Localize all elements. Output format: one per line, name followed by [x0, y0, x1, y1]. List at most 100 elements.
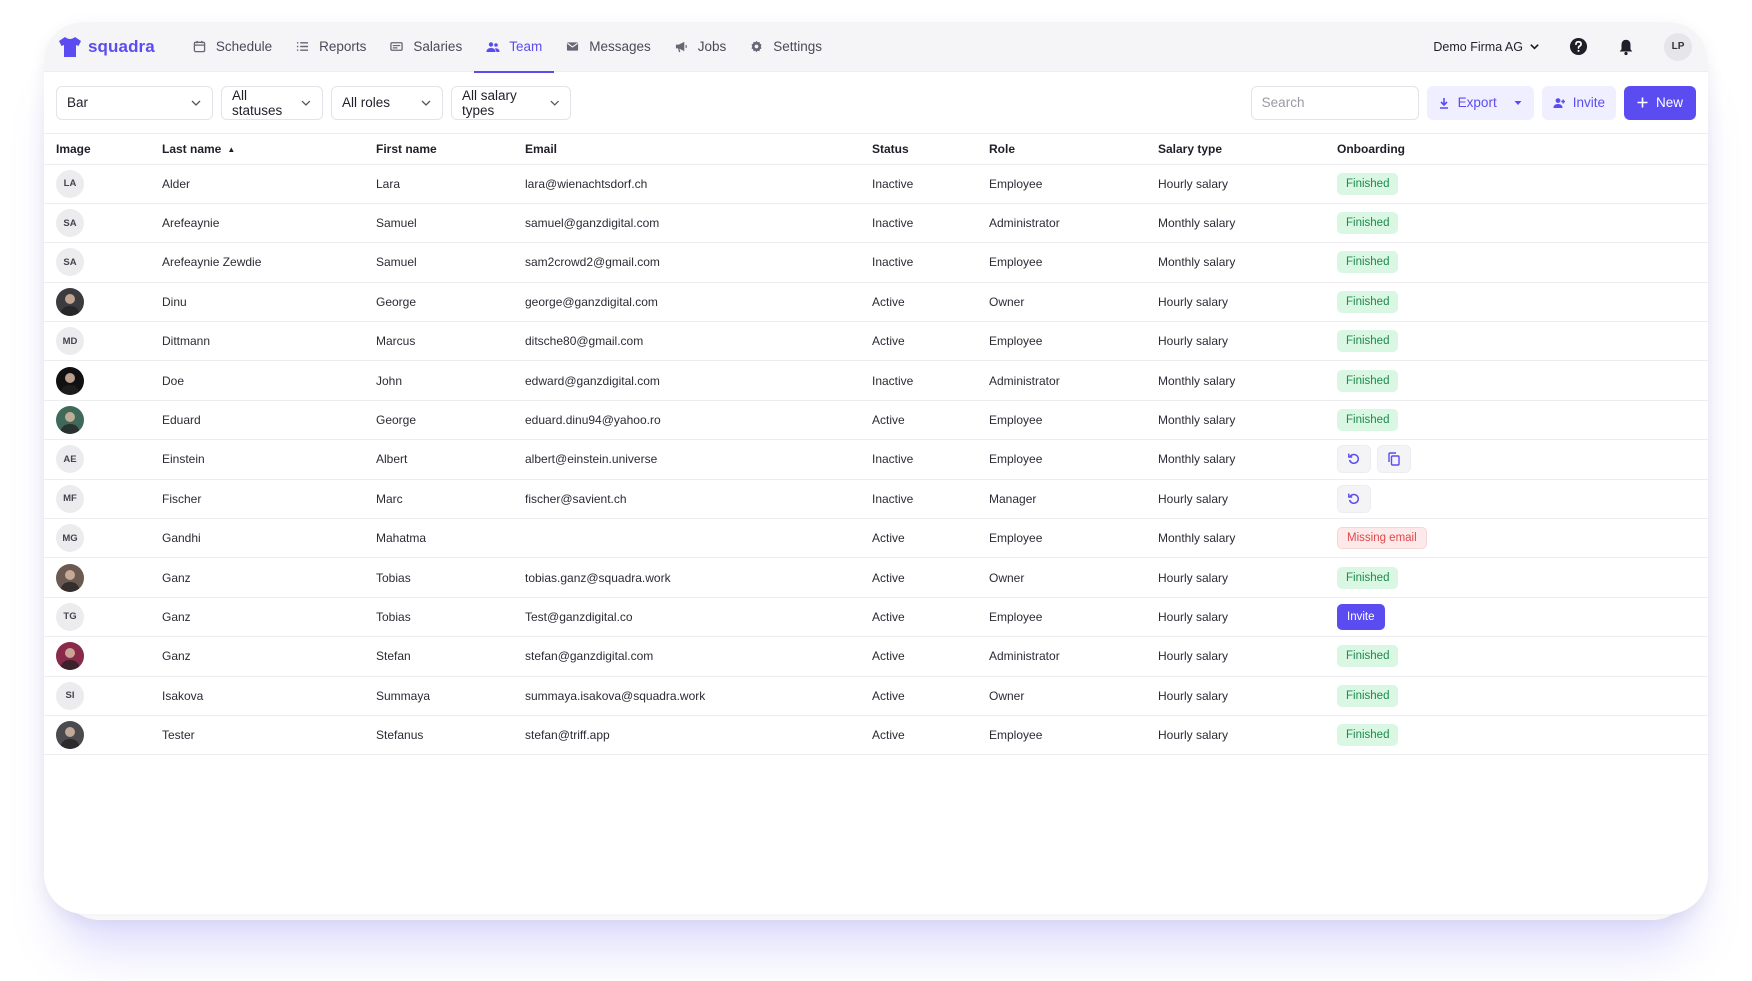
status-badge: Finished [1337, 290, 1399, 313]
table-row[interactable]: Dinu George george@ganzdigital.com Active Ow… [44, 282, 1708, 323]
cell-email: george@ganzdigital.com [513, 282, 860, 323]
cell-salary-type: Hourly salary [1146, 321, 1325, 362]
avatar-initials: SI [56, 681, 84, 710]
cell-last-name: Ganz [150, 557, 364, 598]
salary-type-select[interactable]: All salary types [451, 85, 571, 120]
table-row[interactable]: MG Gandhi Mahatma Active Employee Monthly sal… [44, 518, 1708, 559]
table-row[interactable]: Tester Stefanus stefan@triff.app Active Empl… [44, 715, 1708, 756]
table-row[interactable]: MD Dittmann Marcus ditsche80@gmail.com Activ… [44, 321, 1708, 362]
column-header-first-name[interactable]: First name [364, 134, 513, 165]
avatar-photo [56, 721, 84, 750]
cell-salary-type: Monthly salary [1146, 360, 1325, 401]
cell-salary-type: Hourly salary [1146, 282, 1325, 323]
column-header-status[interactable]: Status [860, 134, 977, 165]
cell-onboarding: Finished [1325, 715, 1708, 756]
cell-first-name: George [364, 400, 513, 441]
table-row[interactable]: Doe John edward@ganzdigital.com Inactive Adm… [44, 360, 1708, 401]
avatar-initials: MG [56, 524, 84, 553]
nav-item-team[interactable]: Team [474, 22, 555, 73]
chevron-down-icon [421, 100, 431, 106]
table-row[interactable]: MF Fischer Marc fischer@savient.ch Inactive M… [44, 479, 1708, 520]
cell-onboarding: Finished [1325, 164, 1708, 204]
nav-item-label: Team [509, 39, 543, 54]
team-table: Image Last name ▲ First name Email Status… [44, 134, 1708, 756]
salary-type-select-value: All salary types [462, 87, 517, 118]
bell-icon[interactable] [1616, 37, 1636, 57]
brand-logo[interactable]: squadra [58, 36, 155, 58]
missing-email-badge: Missing email [1337, 527, 1427, 550]
table-row[interactable]: SA Arefeaynie Zewdie Samuel sam2crowd2@gmai… [44, 242, 1708, 283]
company-switcher[interactable]: Demo Firma AG [1433, 40, 1540, 54]
copy-button[interactable] [1377, 445, 1411, 474]
column-header-salary-type[interactable]: Salary type [1146, 134, 1325, 165]
cell-onboarding: Finished [1325, 400, 1708, 441]
avatar-photo [56, 406, 84, 435]
column-header-onboarding[interactable]: Onboarding [1325, 134, 1708, 165]
role-select[interactable]: All roles [331, 85, 443, 120]
cell-onboarding [1325, 439, 1708, 480]
help-icon[interactable] [1568, 37, 1588, 57]
avatar-initials: MD [56, 327, 84, 356]
table-row[interactable]: AE Einstein Albert albert@einstein.universe… [44, 439, 1708, 480]
column-header-last-name[interactable]: Last name ▲ [150, 134, 364, 165]
cell-image: MD [44, 321, 150, 362]
cell-onboarding: Finished [1325, 282, 1708, 323]
cell-status: Active [860, 557, 977, 598]
onboarding-actions [1337, 445, 1696, 474]
nav-item-schedule[interactable]: Schedule [181, 22, 284, 72]
onboarding-actions [1337, 484, 1696, 513]
new-button[interactable]: New [1623, 85, 1696, 120]
status-badge: Finished [1337, 684, 1399, 707]
invite-button[interactable]: Invite [1541, 85, 1616, 120]
nav-item-settings[interactable]: Settings [738, 22, 834, 72]
avatar-photo [56, 563, 84, 592]
table-row[interactable]: SI Isakova Summaya summaya.isakova@squadra.… [44, 676, 1708, 716]
column-header-last-name-label: Last name [162, 141, 222, 156]
invite-row-button[interactable]: Invite [1337, 603, 1385, 630]
cell-first-name: Samuel [364, 203, 513, 244]
cell-status: Inactive [860, 203, 977, 244]
cell-status: Active [860, 518, 977, 559]
location-select[interactable]: Bar [56, 85, 213, 120]
user-avatar[interactable]: LP [1664, 32, 1692, 61]
export-button[interactable]: Export [1426, 85, 1534, 120]
cell-email: summaya.isakova@squadra.work [513, 676, 860, 716]
refresh-button[interactable] [1337, 445, 1371, 474]
status-select[interactable]: All statuses [221, 85, 323, 120]
nav-item-reports[interactable]: Reports [284, 22, 378, 72]
location-select-value: Bar [67, 95, 89, 110]
cell-last-name: Einstein [150, 439, 364, 480]
nav-item-jobs[interactable]: Jobs [663, 22, 739, 72]
brand-name: squadra [88, 36, 155, 56]
nav-item-label: Settings [773, 39, 823, 54]
cell-status: Inactive [860, 439, 977, 480]
cell-onboarding: Finished [1325, 242, 1708, 283]
cell-role: Employee [977, 400, 1146, 441]
cell-first-name: George [364, 282, 513, 323]
cell-role: Employee [977, 242, 1146, 283]
avatar-photo [56, 642, 84, 671]
cell-last-name: Dinu [150, 282, 364, 323]
table-row[interactable]: TG Ganz Tobias Test@ganzdigital.co Active Emp… [44, 597, 1708, 638]
avatar-initials: LA [56, 169, 84, 198]
cell-status: Inactive [860, 479, 977, 520]
shirt-logo-icon [59, 36, 81, 57]
search-input[interactable] [1250, 85, 1419, 120]
add-user-icon [1553, 97, 1565, 108]
table-row[interactable]: Ganz Tobias tobias.ganz@squadra.work Active… [44, 557, 1708, 598]
cell-role: Employee [977, 321, 1146, 362]
cell-image: AE [44, 439, 150, 480]
refresh-button[interactable] [1337, 484, 1371, 513]
avatar-initials: SA [56, 248, 84, 277]
cell-last-name: Ganz [150, 597, 364, 638]
column-header-email[interactable]: Email [513, 134, 860, 165]
table-row[interactable]: Eduard George eduard.dinu94@yahoo.ro Active… [44, 400, 1708, 441]
table-row[interactable]: SA Arefeaynie Samuel samuel@ganzdigital.com… [44, 203, 1708, 244]
nav-item-messages[interactable]: Messages [554, 22, 663, 72]
column-header-role[interactable]: Role [977, 134, 1146, 165]
nav-item-salaries[interactable]: Salaries [378, 22, 474, 72]
table-header: Image Last name ▲ First name Email Status… [44, 134, 1708, 165]
table-row[interactable]: Ganz Stefan stefan@ganzdigital.com Active Ad… [44, 636, 1708, 677]
refresh-icon [1347, 452, 1361, 466]
table-row[interactable]: LA Alder Lara lara@wienachtsdorf.ch Inactive… [44, 164, 1708, 204]
